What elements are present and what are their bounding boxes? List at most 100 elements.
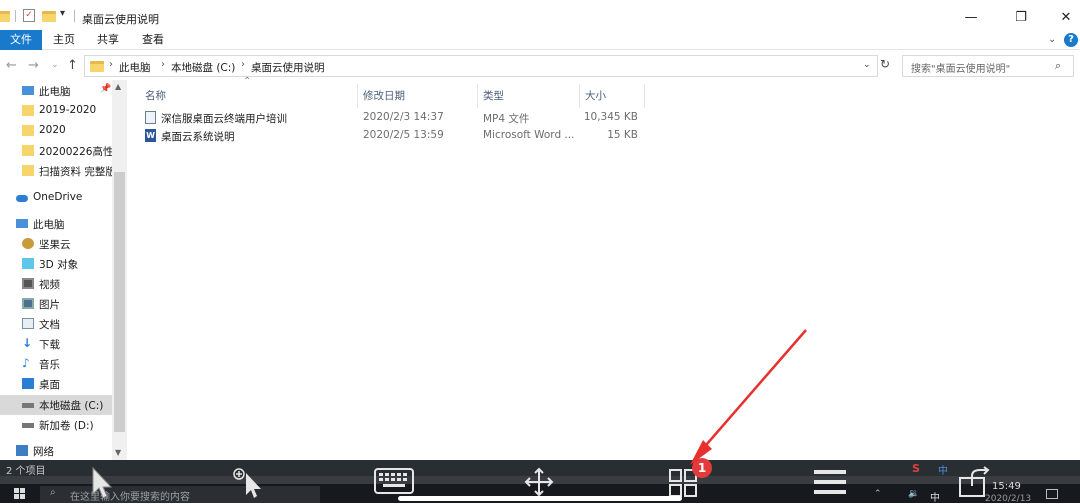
recent-chevron-icon[interactable]: ⌄: [51, 60, 59, 70]
sidebar-item-onedrive[interactable]: OneDrive: [0, 188, 112, 208]
sidebar-scrollbar-thumb[interactable]: [114, 172, 125, 432]
cloud-icon: [16, 195, 28, 202]
divider: [74, 10, 75, 22]
ime-mode-taskbar[interactable]: 中: [930, 489, 940, 504]
file-list: ⌃ 名称 修改日期 类型 大小 深信服桌面云终端用户培训 2020/2/3 14…: [135, 76, 1080, 460]
video-file-icon: [145, 111, 156, 124]
column-header-date[interactable]: 修改日期: [363, 83, 405, 109]
volume-icon[interactable]: 🔉: [908, 489, 919, 499]
sidebar-item-documents[interactable]: 文档: [0, 314, 112, 334]
sidebar-item-folder[interactable]: 20200226高性能: [0, 141, 112, 161]
chevron-right-icon[interactable]: ›: [109, 59, 113, 70]
file-date: 2020/2/5 13:59: [363, 129, 444, 141]
image-icon: [22, 298, 34, 309]
breadcrumb-this-pc[interactable]: 此电脑: [119, 60, 151, 75]
sidebar-item-label: 3D 对象: [39, 259, 79, 271]
keyboard-icon[interactable]: [374, 468, 414, 497]
sidebar-item-desktop[interactable]: 桌面: [0, 374, 112, 394]
expand-ribbon-icon[interactable]: ⌄: [1048, 34, 1056, 45]
menu-icon[interactable]: [814, 469, 846, 498]
column-header-type[interactable]: 类型: [483, 83, 504, 109]
tab-view[interactable]: 查看: [134, 30, 172, 50]
ime-mode[interactable]: 中: [938, 462, 948, 477]
tab-file[interactable]: 文件: [0, 30, 42, 50]
file-size: 10,345 KB: [583, 111, 638, 123]
taskbar-clock[interactable]: 15:49: [992, 481, 1021, 492]
sidebar-item-this-pc[interactable]: 此电脑: [0, 214, 112, 234]
windows-start-icon[interactable]: [14, 488, 26, 500]
pin-icon: 📌: [100, 84, 112, 94]
sidebar-item-label: 桌面: [39, 379, 60, 391]
sidebar-item-new-volume-d[interactable]: 新加卷 (D:): [0, 415, 112, 435]
sidebar-item-label: 2019-2020: [39, 104, 97, 116]
column-divider[interactable]: [477, 84, 478, 108]
nut-icon: [22, 238, 34, 249]
home-indicator[interactable]: [398, 496, 682, 501]
pointer-plus-icon[interactable]: [232, 467, 266, 502]
document-icon: [22, 318, 34, 329]
breadcrumb-current-folder[interactable]: 桌面云使用说明: [251, 60, 325, 75]
sidebar-item-label: 文档: [39, 319, 60, 331]
step-badge: 1: [692, 458, 712, 478]
sidebar-item-3d-objects[interactable]: 3D 对象: [0, 254, 112, 274]
sogou-ime-icon[interactable]: S: [912, 462, 920, 475]
column-header-name[interactable]: 名称: [145, 83, 166, 109]
navigation-pane: 此电脑 📌 2019-2020 2020 20200226高性能 扫描资料 完整…: [0, 80, 127, 460]
quick-access-dropdown-icon[interactable]: ▾: [60, 8, 65, 19]
sidebar-item-label: OneDrive: [33, 191, 83, 203]
sidebar-item-folder[interactable]: 2019-2020: [0, 101, 112, 121]
ribbon-tabs: 文件 主页 共享 查看 ⌄ ?: [0, 30, 1080, 50]
close-button[interactable]: ✕: [1052, 8, 1080, 28]
sidebar-item-label: 视频: [39, 279, 60, 291]
properties-icon[interactable]: ✓: [23, 9, 35, 22]
search-icon[interactable]: ⌕: [1055, 59, 1061, 73]
forward-arrow-icon[interactable]: →: [28, 58, 39, 73]
folder-icon: [22, 125, 34, 136]
new-folder-icon[interactable]: [42, 11, 56, 22]
file-row[interactable]: W 桌面云系统说明 2020/2/5 13:59 Microsoft Word …: [135, 127, 655, 145]
minimize-button[interactable]: —: [957, 8, 985, 28]
tab-share[interactable]: 共享: [89, 30, 127, 50]
column-divider[interactable]: [644, 84, 645, 108]
back-arrow-icon[interactable]: ←: [6, 58, 17, 73]
sidebar-item-network[interactable]: 网络: [0, 441, 112, 461]
music-icon: ♪: [22, 356, 30, 370]
chevron-right-icon[interactable]: ›: [161, 59, 165, 70]
word-file-icon: W: [145, 129, 156, 142]
sidebar-item-videos[interactable]: 视频: [0, 274, 112, 294]
column-divider[interactable]: [357, 84, 358, 108]
divider: [15, 10, 16, 22]
sidebar-item-folder[interactable]: 2020: [0, 121, 112, 141]
drive-icon: [22, 423, 34, 428]
chevron-right-icon[interactable]: ›: [241, 59, 245, 70]
refresh-icon[interactable]: ↻: [880, 57, 890, 71]
scroll-up-icon[interactable]: ▲: [115, 82, 121, 91]
column-header-size[interactable]: 大小: [585, 83, 606, 109]
sidebar-item-this-pc-pinned[interactable]: 此电脑 📌: [0, 81, 112, 101]
file-row[interactable]: 深信服桌面云终端用户培训 2020/2/3 14:37 MP4 文件 10,34…: [135, 109, 655, 127]
help-icon[interactable]: ?: [1064, 33, 1078, 47]
maximize-button[interactable]: ❐: [1007, 8, 1035, 28]
scroll-down-icon[interactable]: ▼: [115, 448, 121, 457]
tray-chevron-icon[interactable]: ⌃: [874, 489, 882, 499]
sidebar-item-label: 20200226高性能: [39, 146, 112, 158]
sidebar-item-jianguoyun[interactable]: 坚果云: [0, 234, 112, 254]
search-input[interactable]: 搜索"桌面云使用说明" ⌕: [902, 55, 1074, 77]
cube-icon: [22, 258, 34, 269]
pc-icon: [22, 86, 34, 95]
sidebar-item-downloads[interactable]: ↓ 下载: [0, 334, 112, 354]
title-bar: ✓ ▾ 桌面云使用说明 — ❐ ✕: [0, 0, 1080, 32]
notification-icon[interactable]: [1046, 489, 1058, 499]
tab-home[interactable]: 主页: [45, 30, 83, 50]
address-dropdown-icon[interactable]: ⌄: [863, 60, 871, 70]
up-arrow-icon[interactable]: ↑: [67, 58, 78, 73]
sidebar-item-local-disk-c[interactable]: 本地磁盘 (C:): [0, 395, 112, 415]
mouse-pointer-icon[interactable]: [90, 466, 114, 503]
sidebar-item-music[interactable]: ♪ 音乐: [0, 354, 112, 374]
sidebar-item-label: 扫描资料 完整版: [39, 166, 112, 178]
sidebar-item-pictures[interactable]: 图片: [0, 294, 112, 314]
column-divider[interactable]: [579, 84, 580, 108]
address-field[interactable]: › 此电脑 › 本地磁盘 (C:) › 桌面云使用说明 ⌄: [84, 55, 878, 77]
breadcrumb-local-disk[interactable]: 本地磁盘 (C:): [171, 60, 235, 75]
sidebar-item-folder[interactable]: 扫描资料 完整版: [0, 161, 112, 181]
